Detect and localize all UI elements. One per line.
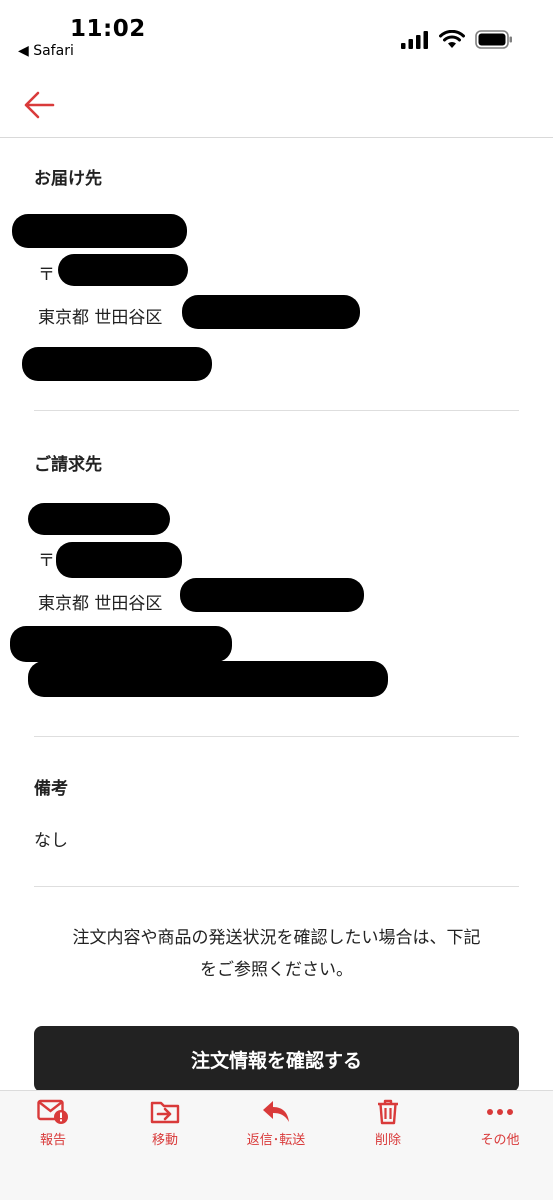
move-folder-icon <box>150 1101 180 1124</box>
move-button[interactable]: 移動 <box>120 1099 210 1148</box>
back-arrow-icon[interactable] <box>22 90 56 120</box>
billing-postal-prefix: 〒 <box>38 551 55 571</box>
section-divider <box>34 736 519 737</box>
move-label: 移動 <box>151 1133 178 1148</box>
redacted-billing-company <box>10 626 232 662</box>
redacted-billing-phone <box>28 661 388 697</box>
billing-address-prefix: 東京都 世田谷区 <box>38 594 163 614</box>
notice-line-1: 注文内容や商品の発送状況を確認したい場合は、下記 <box>72 928 481 948</box>
confirm-order-button[interactable]: 注文情報を確認する <box>34 1026 519 1092</box>
status-icons <box>401 30 513 49</box>
trash-icon <box>378 1099 398 1125</box>
shipping-title: お届け先 <box>34 169 102 189</box>
redacted-billing-address <box>180 578 364 612</box>
more-dots-icon <box>487 1109 513 1115</box>
delete-button[interactable]: 削除 <box>343 1099 433 1148</box>
navigation-bar <box>0 72 553 138</box>
status-bar: 11:02 ◀ Safari <box>0 0 553 70</box>
section-divider <box>34 410 519 411</box>
remarks-title: 備考 <box>34 779 68 799</box>
shipping-section: お届け先 <box>34 164 519 189</box>
cellular-signal-icon <box>401 30 428 49</box>
billing-section: ご請求先 <box>34 450 519 475</box>
section-divider <box>34 886 519 887</box>
shipping-postal-prefix: 〒 <box>38 265 55 285</box>
redacted-billing-name <box>28 503 170 535</box>
redacted-shipping-phone <box>22 347 212 381</box>
more-button[interactable]: その他 <box>455 1099 545 1148</box>
shipping-address-prefix: 東京都 世田谷区 <box>38 308 163 328</box>
report-button[interactable]: 報告 <box>8 1099 98 1148</box>
redacted-billing-postal <box>56 542 182 578</box>
status-time: 11:02 <box>70 16 146 42</box>
reply-arrow-icon <box>263 1101 289 1122</box>
reply-forward-button[interactable]: 返信･転送 <box>231 1099 321 1148</box>
back-to-safari-link[interactable]: ◀ Safari <box>18 43 74 59</box>
notice-line-2: をご参照ください。 <box>200 960 353 980</box>
wifi-icon <box>439 30 465 48</box>
order-notice: 注文内容や商品の発送状況を確認したい場合は、下記 をご参照ください。 <box>34 922 519 986</box>
billing-title: ご請求先 <box>34 455 102 475</box>
reply-forward-label: 返信･転送 <box>246 1133 306 1148</box>
report-mail-icon <box>37 1099 68 1124</box>
redacted-shipping-postal <box>58 254 188 286</box>
report-label: 報告 <box>39 1133 66 1148</box>
remarks-value: なし <box>34 831 68 851</box>
remarks-section: 備考 <box>34 774 519 799</box>
bottom-toolbar: 報告 移動 返信･転送 削除 その他 <box>0 1090 553 1200</box>
redacted-shipping-address <box>182 295 360 329</box>
delete-label: 削除 <box>374 1133 401 1148</box>
battery-icon <box>475 30 512 49</box>
more-label: その他 <box>480 1133 520 1148</box>
redacted-shipping-name <box>12 214 187 248</box>
